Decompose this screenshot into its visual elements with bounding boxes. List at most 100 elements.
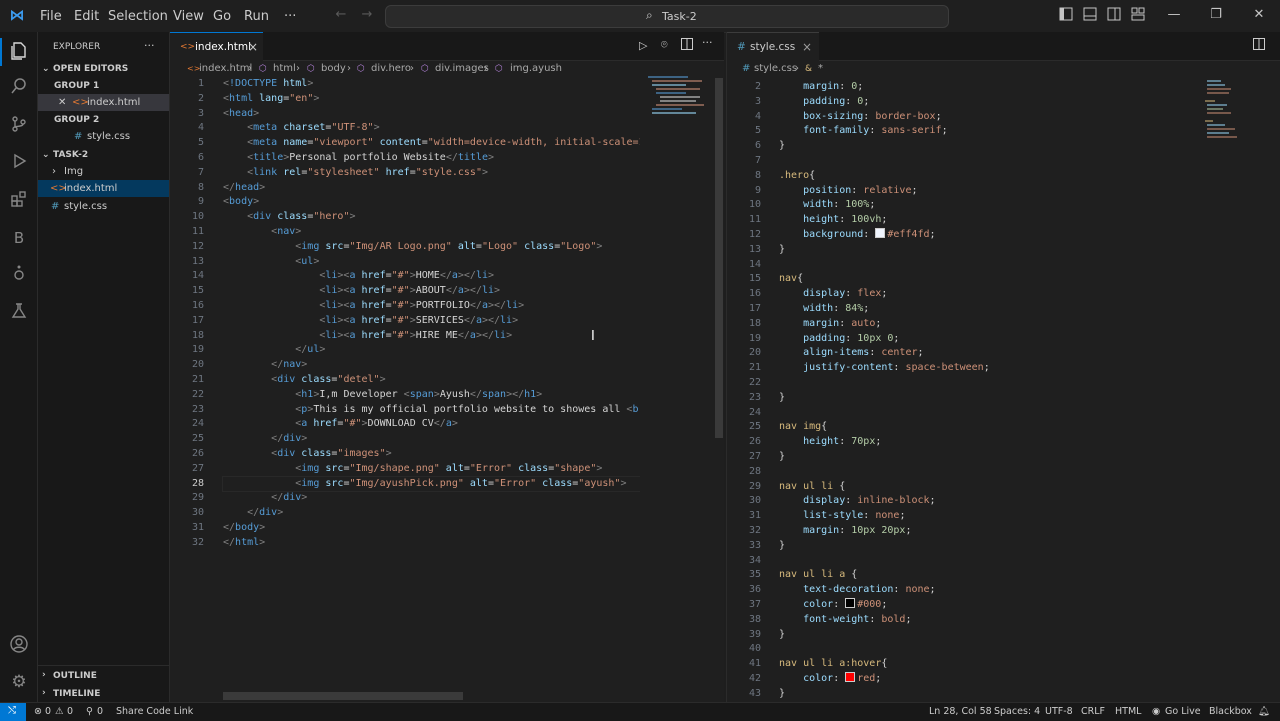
code-line[interactable]: </div> (223, 491, 307, 506)
split-editor-icon[interactable] (1253, 38, 1265, 53)
code-line[interactable]: padding: 0; (779, 95, 869, 110)
toggle-primary-sidebar-icon[interactable] (1058, 7, 1074, 23)
breadcrumb-item[interactable]: div.images (435, 60, 489, 78)
breadcrumb-item[interactable]: style.css (754, 60, 797, 78)
menu-run[interactable]: Run (244, 9, 269, 24)
code-line[interactable]: color: red; (779, 672, 881, 687)
warning-count[interactable]: 0 (67, 706, 73, 717)
bell-icon[interactable]: 🔔︎ (1258, 706, 1270, 717)
code-line[interactable]: <li><a href="#">HOME</a></li> (223, 269, 494, 284)
more-actions-icon[interactable]: ··· (702, 36, 713, 49)
tab-style-css[interactable]: # style.css × (727, 32, 819, 61)
code-line[interactable]: </nav> (223, 358, 307, 373)
group1-label[interactable]: GROUP 1 (54, 81, 99, 91)
code-line[interactable]: padding: 10px 0; (779, 332, 899, 347)
error-icon[interactable]: ⊗ (34, 706, 42, 717)
code-line[interactable]: </body> (223, 521, 265, 536)
code-line[interactable]: nav img{ (779, 420, 827, 435)
code-line[interactable]: list-style: none; (779, 509, 905, 524)
code-line[interactable]: height: 100vh; (779, 213, 887, 228)
code-line[interactable]: nav{ (779, 272, 803, 287)
code-line[interactable]: width: 84%; (779, 302, 869, 317)
code-line[interactable]: nav ul li { (779, 480, 845, 495)
ports-count[interactable]: 0 (97, 706, 103, 717)
toggle-secondary-sidebar-icon[interactable] (1106, 7, 1122, 23)
code-line[interactable]: } (779, 450, 785, 465)
tree-item-index-row[interactable]: <> index.html (38, 180, 169, 197)
code-line[interactable]: box-sizing: border-box; (779, 110, 942, 125)
color-swatch[interactable] (845, 598, 856, 608)
blackbox-icon[interactable]: B (8, 227, 30, 249)
remote-indicator[interactable]: ⤭ (0, 703, 26, 721)
timeline-header[interactable]: TIMELINE (53, 689, 100, 699)
minimize-icon[interactable]: — (1166, 7, 1182, 23)
breadcrumb-item[interactable]: index.html (199, 60, 252, 78)
code-line[interactable]: <img src="Img/ayushPick.png" alt="Error"… (222, 475, 640, 493)
back-arrow-icon[interactable]: ← (333, 7, 349, 23)
go-live-button[interactable]: Go Live (1165, 706, 1201, 717)
chevron-right-icon[interactable]: › (52, 166, 56, 177)
code-line[interactable]: <img src="Img/AR Logo.png" alt="Logo" cl… (223, 240, 602, 255)
ports-icon[interactable]: ⚲ (86, 706, 93, 717)
code-line[interactable]: color: #000; (779, 598, 887, 613)
menu-view[interactable]: View (173, 9, 204, 24)
code-line[interactable]: .hero{ (779, 169, 815, 184)
code-line[interactable]: } (779, 391, 785, 406)
code-line[interactable]: <ul> (223, 255, 319, 270)
code-line[interactable]: display: flex; (779, 287, 887, 302)
code-line[interactable]: <body> (223, 195, 259, 210)
menu-edit[interactable]: Edit (74, 9, 99, 24)
code-line[interactable]: font-weight: bold; (779, 613, 911, 628)
toggle-panel-icon[interactable] (1082, 7, 1098, 23)
close-window-icon[interactable]: ✕ (1251, 7, 1267, 23)
code-line[interactable]: <li><a href="#">ABOUT</a></li> (223, 284, 500, 299)
extensions-icon[interactable] (8, 190, 30, 212)
code-editor-html[interactable]: 1 <!DOCTYPE html> 2 <html lang="en"> 3 <head>… (170, 77, 640, 557)
blackbox-status[interactable]: Blackbox (1209, 706, 1252, 717)
chevron-right-icon[interactable]: › (42, 670, 46, 680)
breadcrumb-item[interactable]: div.hero (371, 60, 411, 78)
code-line[interactable]: <html lang="en"> (223, 92, 319, 107)
restore-icon[interactable]: ❐ (1208, 7, 1224, 23)
code-line[interactable]: <li><a href="#">SERVICES</a></li> (223, 314, 518, 329)
tree-item-img[interactable]: Img (64, 166, 83, 177)
command-center-search[interactable]: ⌕ Task-2 (385, 5, 949, 28)
chevron-down-icon[interactable]: ⌄ (42, 64, 50, 74)
chevron-right-icon[interactable]: › (42, 688, 46, 698)
code-line[interactable]: <meta name="viewport" content="width=dev… (223, 136, 640, 151)
search-icon[interactable] (8, 77, 30, 99)
menu-file[interactable]: File (40, 9, 62, 24)
code-line[interactable]: margin: auto; (779, 317, 881, 332)
code-line[interactable]: } (779, 628, 785, 643)
code-line[interactable]: background: #eff4fd; (779, 228, 936, 243)
remote-icon[interactable] (8, 264, 30, 286)
customize-layout-icon[interactable] (1130, 7, 1146, 23)
code-line[interactable]: } (779, 539, 785, 554)
code-line[interactable]: <nav> (223, 225, 301, 240)
menu-go[interactable]: Go (213, 9, 231, 24)
encoding[interactable]: UTF-8 (1045, 706, 1073, 717)
tree-item-style[interactable]: style.css (64, 201, 107, 212)
code-line[interactable]: justify-content: space-between; (779, 361, 990, 376)
code-line[interactable]: <p>This is my official portfolio website… (223, 403, 640, 418)
manage-icon[interactable]: ⚙ (8, 671, 30, 693)
end-of-line[interactable]: CRLF (1081, 706, 1105, 717)
code-line[interactable]: <title>Personal portfolio Website</title… (223, 151, 494, 166)
code-line[interactable]: } (779, 139, 785, 154)
folder-header[interactable]: TASK-2 (53, 150, 88, 160)
code-line[interactable]: align-items: center; (779, 346, 923, 361)
error-count[interactable]: 0 (45, 706, 51, 717)
indentation[interactable]: Spaces: 4 (994, 706, 1040, 717)
explorer-icon[interactable] (8, 41, 30, 63)
tab-index-html[interactable]: <> index.html × (170, 32, 263, 61)
horizontal-scrollbar[interactable] (223, 692, 463, 700)
code-line[interactable]: width: 100%; (779, 198, 875, 213)
code-line[interactable]: <!DOCTYPE html> (223, 77, 313, 92)
code-line[interactable]: margin: 10px 20px; (779, 524, 911, 539)
testing-icon[interactable] (8, 302, 30, 324)
forward-arrow-icon[interactable]: → (359, 7, 375, 23)
account-icon[interactable] (8, 634, 30, 656)
open-editor-index-row[interactable]: ✕ <> index.html (38, 94, 169, 111)
breadcrumb-item[interactable]: html (273, 60, 296, 78)
code-line[interactable]: <head> (223, 107, 259, 122)
